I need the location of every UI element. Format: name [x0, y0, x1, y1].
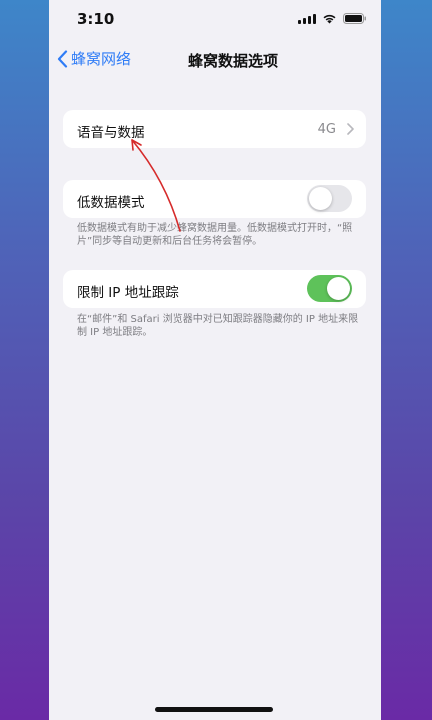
annotation-arrow	[131, 139, 181, 232]
phone-screen: 3:10 蜂窝网络 蜂窝数据选项 语音与数据 4G 低数据模式 低数据模式有助于…	[49, 0, 381, 720]
home-indicator	[155, 707, 273, 712]
